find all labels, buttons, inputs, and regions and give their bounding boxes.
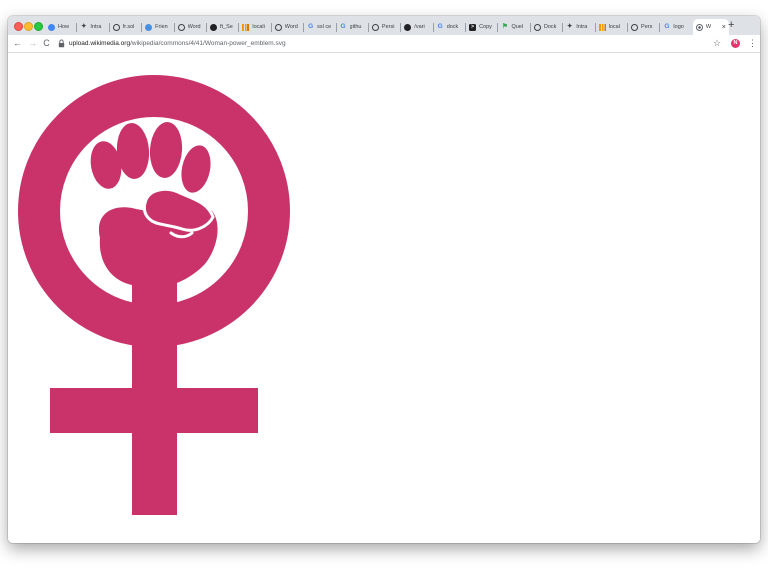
url-path: /wikipedia/commons/4/41/Woman-power_embl… xyxy=(130,40,286,47)
screen: How ✦ Intra fr.sol Frien Word ft_Se locali Word G… xyxy=(0,0,768,576)
browser-menu-icon[interactable]: ⋮ xyxy=(748,38,757,49)
new-tab-button[interactable]: + xyxy=(728,20,734,31)
finger-3 xyxy=(149,122,183,178)
fist-wrist xyxy=(132,271,177,301)
wikimedia-icon xyxy=(695,23,703,31)
tab-title: Dock xyxy=(543,24,557,30)
globe-icon xyxy=(177,23,185,31)
tab-18[interactable]: local xyxy=(596,19,629,35)
finger-4 xyxy=(181,145,211,193)
globe-icon xyxy=(112,23,120,31)
tab-title: Intra xyxy=(90,24,102,30)
reload-button[interactable]: C xyxy=(41,38,52,49)
tab-12[interactable]: /vari xyxy=(401,19,434,35)
github-icon xyxy=(209,23,217,31)
tabs-container: How ✦ Intra fr.sol Frien Word ft_Se locali Word G… xyxy=(45,19,729,35)
tab-15[interactable]: ⚑ Quel xyxy=(498,19,531,35)
browser-toolbar: ← → C upload.wikimedia.org/wikipedia/com… xyxy=(8,35,760,53)
forward-button[interactable]: → xyxy=(27,38,38,49)
globe-icon xyxy=(533,23,541,31)
back-button[interactable]: ← xyxy=(12,38,23,49)
globe-icon xyxy=(631,23,639,31)
tab-title: githu xyxy=(349,24,362,30)
tab-5[interactable]: Word xyxy=(175,19,207,35)
tab-8[interactable]: Word xyxy=(272,19,305,35)
tab-title: dock xyxy=(446,24,459,30)
tab-title: local xyxy=(608,24,620,30)
tab-title: How xyxy=(58,24,70,30)
window-close-button[interactable] xyxy=(14,22,23,31)
tab-6[interactable]: ft_Se xyxy=(207,19,240,35)
terminal-icon: > xyxy=(469,23,477,31)
window-maximize-button[interactable] xyxy=(34,22,43,31)
google-icon: G xyxy=(664,22,670,30)
woman-power-emblem-image xyxy=(18,75,290,515)
google-icon: G xyxy=(340,22,346,30)
tab-active[interactable]: W × xyxy=(692,19,729,35)
address-bar[interactable]: upload.wikimedia.org/wikipedia/commons/4… xyxy=(58,37,698,50)
bookmark-star-icon[interactable]: ☆ xyxy=(713,38,721,49)
google-icon: G xyxy=(308,22,314,30)
tab-19[interactable]: Pers xyxy=(628,19,661,35)
tab-close-icon[interactable]: × xyxy=(722,24,726,31)
kubernetes-icon: ✦ xyxy=(81,22,87,30)
venus-fist-emblem xyxy=(18,75,290,515)
tab-title: ssl ce xyxy=(317,24,332,30)
tab-title: /vari xyxy=(414,24,425,30)
globe-icon xyxy=(274,23,282,31)
tab-title: W xyxy=(705,24,712,30)
tab-3[interactable]: fr.sol xyxy=(110,19,143,35)
globe-icon xyxy=(371,23,379,31)
flag-icon: ⚑ xyxy=(502,22,508,30)
url-text[interactable]: upload.wikimedia.org/wikipedia/commons/4… xyxy=(69,40,286,47)
tab-14[interactable]: > Copy xyxy=(466,19,499,35)
tab-title: Copy xyxy=(479,24,492,30)
tab-title: Word xyxy=(284,24,298,30)
tab-1[interactable]: How xyxy=(45,19,78,35)
chat-bubble-icon xyxy=(145,23,153,31)
tab-title: fr.sol xyxy=(122,24,135,30)
kubernetes-icon: ✦ xyxy=(567,22,573,30)
tab-13[interactable]: Gdock xyxy=(434,19,467,35)
tab-title: Persi xyxy=(381,24,395,30)
tab-title: locali xyxy=(252,24,265,30)
tab-16[interactable]: Dock xyxy=(531,19,564,35)
tab-title: ft_Se xyxy=(219,24,233,30)
tab-4[interactable]: Frien xyxy=(142,19,175,35)
tab-9[interactable]: Gssl ce xyxy=(304,19,337,35)
venus-crossbar xyxy=(50,388,258,433)
tab-10[interactable]: Ggithu xyxy=(337,19,369,35)
tab-7[interactable]: locali xyxy=(239,19,272,35)
bar-chart-icon xyxy=(598,23,606,31)
bar-chart-icon xyxy=(242,23,250,31)
url-host: upload.wikimedia.org xyxy=(69,40,131,47)
tab-2[interactable]: ✦ Intra xyxy=(77,19,110,35)
lock-icon xyxy=(58,39,65,48)
tab-title: logo xyxy=(673,24,684,30)
tab-title: Pers xyxy=(641,24,653,30)
tab-title: Frien xyxy=(155,24,168,30)
tab-title: Intra xyxy=(576,24,588,30)
page-viewport xyxy=(8,53,760,543)
tab-title: Quel xyxy=(511,24,524,30)
blue-circle-icon xyxy=(48,23,55,31)
google-icon: G xyxy=(437,22,443,30)
browser-window: How ✦ Intra fr.sol Frien Word ft_Se locali Word G… xyxy=(8,16,760,543)
tab-20[interactable]: Glogo xyxy=(660,19,692,35)
github-icon xyxy=(404,23,412,31)
profile-avatar[interactable]: N xyxy=(731,39,740,48)
tab-title: Word xyxy=(187,24,201,30)
tab-11[interactable]: Persi xyxy=(369,19,402,35)
tab-strip: How ✦ Intra fr.sol Frien Word ft_Se locali Word G… xyxy=(8,16,760,35)
tab-17[interactable]: ✦ Intra xyxy=(563,19,596,35)
window-minimize-button[interactable] xyxy=(24,22,33,31)
